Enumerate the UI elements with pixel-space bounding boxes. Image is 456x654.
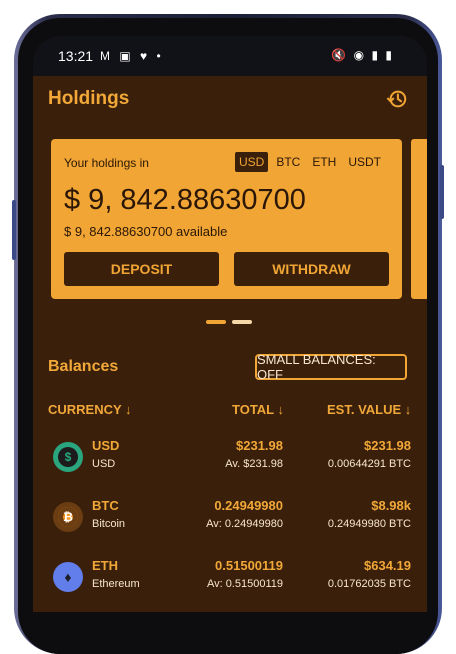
balances-title: Balances: [48, 358, 119, 375]
carousel-pager: [206, 320, 252, 324]
pager-dot[interactable]: [206, 320, 226, 324]
status-bar: 13:21 M ▣ ♥ • 🔇 ◉ ▮ ▮: [33, 36, 427, 76]
coin-available: Av. $231.98: [225, 458, 283, 470]
balance-row-usd[interactable]: $ USD USD $231.98 Av. $231.98 $231.98 0.006442…: [33, 434, 427, 488]
coin-symbol: ETH: [92, 558, 118, 573]
app-screen: 13:21 M ▣ ♥ • 🔇 ◉ ▮ ▮ Holdings Your hold…: [33, 36, 427, 612]
coin-glyph: ₿: [58, 507, 78, 527]
coin-total: 0.24949980: [214, 498, 283, 513]
coin-est-btc: 0.01762035 BTC: [327, 578, 411, 590]
power-button: [440, 165, 444, 219]
status-time: 13:21: [58, 48, 94, 64]
notification-icons: M ▣ ♥ •: [100, 49, 164, 63]
coin-est-btc: 0.24949980 BTC: [327, 518, 411, 530]
coin-name: Bitcoin: [92, 518, 126, 530]
page-title: Holdings: [48, 88, 130, 109]
coin-glyph: ♦: [64, 569, 72, 585]
coin-glyph: $: [58, 447, 78, 467]
coin-est-value: $634.19: [364, 558, 411, 573]
deposit-button[interactable]: DEPOSIT: [64, 252, 219, 286]
coin-available: Av: 0.24949980: [206, 518, 283, 530]
currency-tab-usd[interactable]: USD: [234, 152, 269, 172]
coin-est-value: $231.98: [364, 438, 411, 453]
volume-button: [12, 200, 16, 260]
dollar-icon: $: [53, 442, 83, 472]
next-card-peek[interactable]: [411, 139, 427, 299]
holdings-card: Your holdings in USD BTC ETH USDT $ 9, 842.…: [51, 139, 402, 299]
currency-column-header[interactable]: CURRENCY ↓: [48, 402, 132, 417]
coin-name: USD: [92, 458, 116, 470]
balance-row-btc[interactable]: ₿ BTC Bitcoin 0.24949980 Av: 0.24949980 $8.98…: [33, 494, 427, 548]
holdings-available: $ 9, 842.88630700 available: [64, 224, 228, 239]
currency-tab-usdt[interactable]: USDT: [344, 152, 385, 172]
coin-est-value: $8.98k: [371, 498, 411, 513]
ethereum-icon: ♦: [53, 562, 83, 592]
currency-tabs: USD BTC ETH USDT: [234, 152, 385, 172]
coin-est-btc: 0.00644291 BTC: [327, 458, 411, 470]
coin-symbol: BTC: [92, 498, 119, 513]
withdraw-button[interactable]: WITHDRAW: [234, 252, 389, 286]
pager-dot[interactable]: [232, 320, 252, 324]
currency-tab-btc[interactable]: BTC: [272, 152, 304, 172]
est-value-column-header[interactable]: EST. VALUE ↓: [327, 402, 411, 417]
coin-total: 0.51500119: [215, 558, 283, 573]
total-column-header[interactable]: TOTAL ↓: [232, 402, 284, 417]
history-icon[interactable]: [386, 88, 408, 110]
coin-symbol: USD: [92, 438, 120, 453]
coin-total: $231.98: [236, 438, 283, 453]
system-icons: 🔇 ◉ ▮ ▮: [331, 48, 394, 62]
holdings-caption: Your holdings in: [64, 156, 149, 170]
coin-name: Ethereum: [92, 578, 140, 590]
holdings-amount: $ 9, 842.88630700: [64, 184, 306, 216]
currency-tab-eth[interactable]: ETH: [308, 152, 340, 172]
coin-available: Av: 0.51500119: [206, 578, 283, 590]
balance-row-eth[interactable]: ♦ ETH Ethereum 0.51500119 Av: 0.51500119 $634…: [33, 554, 427, 608]
bitcoin-icon: ₿: [53, 502, 83, 532]
small-balances-toggle[interactable]: SMALL BALANCES: OFF: [255, 352, 407, 382]
